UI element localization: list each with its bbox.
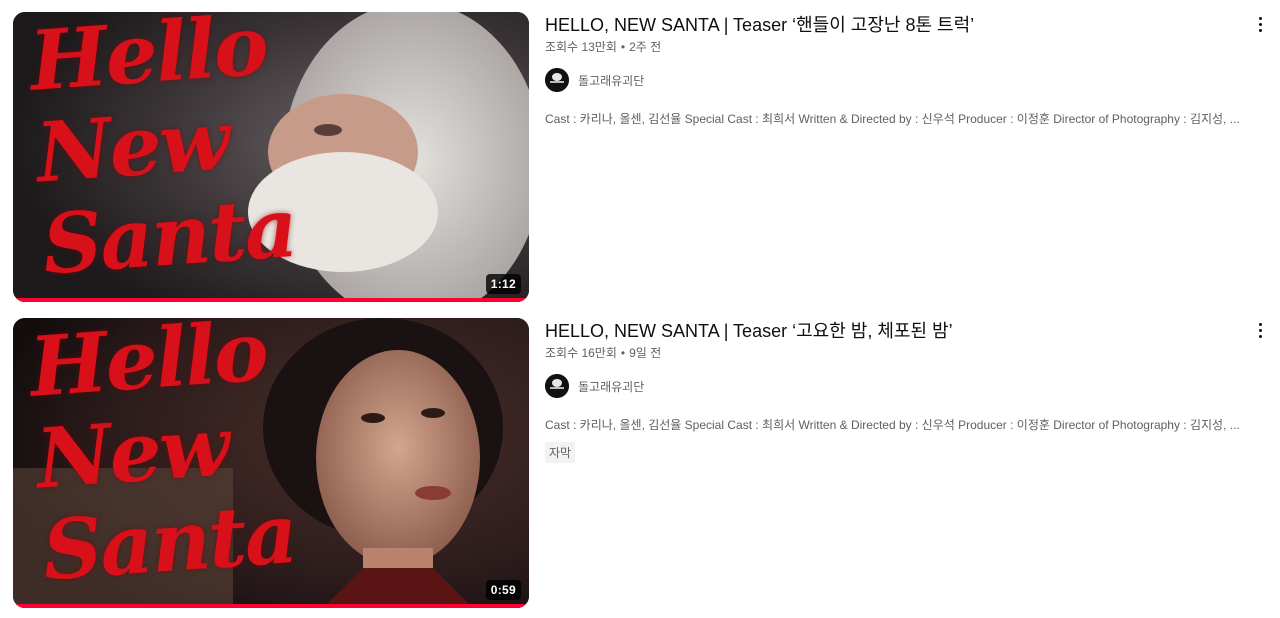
separator-dot: • <box>620 346 626 360</box>
video-meta: HELLO, NEW SANTA | Teaser ‘핸들이 고장난 8톤 트럭… <box>545 12 1250 128</box>
avatar-icon <box>545 68 569 92</box>
channel-link[interactable]: 돌고래유괴단 <box>545 68 1250 92</box>
channel-link[interactable]: 돌고래유괴단 <box>545 374 1250 398</box>
video-description: Cast : 카리나, 올센, 김선율 Special Cast : 최희서 W… <box>545 112 1240 126</box>
watch-progress-bar <box>13 604 529 608</box>
channel-name[interactable]: 돌고래유괴단 <box>578 378 644 395</box>
subtitles-badge: 자막 <box>545 442 576 463</box>
channel-avatar[interactable] <box>545 68 569 92</box>
video-duration: 1:12 <box>485 274 521 294</box>
video-stats: 조회수 16만회 • 9일 전 <box>545 344 1250 362</box>
more-vert-icon[interactable] <box>1248 318 1272 342</box>
video-stats: 조회수 13만회 • 2주 전 <box>545 38 1250 56</box>
video-thumbnail[interactable]: Hello New Santa 0:59 <box>13 318 529 608</box>
more-vert-icon[interactable] <box>1248 12 1272 36</box>
video-thumbnail[interactable]: Hello New Santa 1:12 <box>13 12 529 302</box>
avatar-icon <box>545 374 569 398</box>
video-meta: HELLO, NEW SANTA | Teaser ‘고요한 밤, 체포된 밤’… <box>545 318 1250 463</box>
thumbnail-title-text: Hello New Santa <box>26 318 299 600</box>
video-description: Cast : 카리나, 올센, 김선율 Special Cast : 최희서 W… <box>545 418 1240 432</box>
view-count: 조회수 13만회 <box>545 40 617 54</box>
video-duration: 0:59 <box>485 580 521 600</box>
video-result[interactable]: Hello New Santa 1:12 HELLO, NEW SANTA | … <box>0 12 1280 302</box>
video-title[interactable]: HELLO, NEW SANTA | Teaser ‘핸들이 고장난 8톤 트럭… <box>545 12 1250 38</box>
upload-age: 9일 전 <box>629 346 662 360</box>
video-result[interactable]: Hello New Santa 0:59 HELLO, NEW SANTA | … <box>0 318 1280 608</box>
thumbnail-title-text: Hello New Santa <box>26 12 299 294</box>
video-title[interactable]: HELLO, NEW SANTA | Teaser ‘고요한 밤, 체포된 밤’ <box>545 318 1250 344</box>
separator-dot: • <box>620 40 626 54</box>
channel-avatar[interactable] <box>545 374 569 398</box>
upload-age: 2주 전 <box>629 40 662 54</box>
watch-progress-bar <box>13 298 529 302</box>
view-count: 조회수 16만회 <box>545 346 617 360</box>
channel-name[interactable]: 돌고래유괴단 <box>578 72 644 89</box>
